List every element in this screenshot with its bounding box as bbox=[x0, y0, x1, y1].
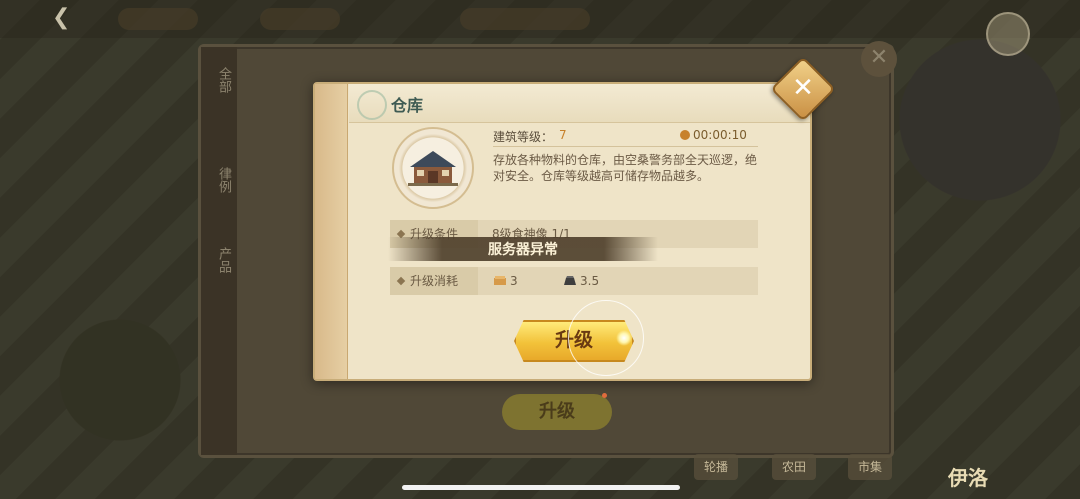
resource-pill bbox=[260, 8, 340, 30]
dialog-title: 仓库 bbox=[391, 96, 424, 115]
building-thumbnail bbox=[392, 127, 474, 209]
gate-icon[interactable] bbox=[986, 12, 1030, 56]
panel-close-icon[interactable]: ✕ bbox=[861, 41, 897, 77]
building-description: 存放各种物料的仓库，由空桑警务部全天巡逻，绝对安全。仓库等级越高可储存物品越多。 bbox=[493, 153, 758, 183]
error-toast: 服务器异常 bbox=[388, 237, 658, 261]
clock-icon bbox=[680, 130, 690, 140]
sparkle-icon bbox=[616, 330, 632, 346]
resource-pill bbox=[460, 8, 590, 30]
region-label[interactable]: 伊洛 bbox=[948, 462, 988, 491]
dialog-side-band bbox=[315, 84, 348, 379]
tab-product[interactable]: 产品 bbox=[205, 247, 233, 273]
divider bbox=[493, 146, 758, 147]
tag-farmland: 农田 bbox=[772, 454, 817, 480]
close-icon[interactable]: ✕ bbox=[782, 68, 824, 110]
tag-market: 市集 bbox=[848, 454, 893, 480]
background-upgrade-button: 升级 bbox=[502, 394, 612, 430]
wood-plank-icon bbox=[494, 276, 506, 285]
home-indicator[interactable] bbox=[402, 485, 680, 490]
side-tabs: 全部 律例 产品 bbox=[201, 47, 237, 455]
cost-amount-wood: 3 bbox=[510, 274, 518, 288]
tap-indicator-ring bbox=[568, 300, 644, 376]
iron-ingot-icon bbox=[564, 276, 576, 285]
warehouse-icon bbox=[408, 151, 458, 186]
tab-all[interactable]: 全部 bbox=[205, 67, 233, 93]
building-level-label: 建筑等级： bbox=[493, 130, 554, 144]
diamond-bullet-icon bbox=[396, 276, 406, 286]
top-bar: ❮ bbox=[0, 0, 1080, 38]
tag-carousel: 轮播 bbox=[694, 454, 739, 480]
back-arrow-icon[interactable]: ❮ bbox=[52, 6, 76, 30]
cost-row: 升级消耗 3 3.5 bbox=[390, 267, 758, 295]
cost-amount-iron: 3.5 bbox=[580, 274, 600, 288]
building-level-value: 7 bbox=[559, 128, 567, 142]
tab-law[interactable]: 律例 bbox=[205, 167, 233, 193]
resource-pill bbox=[118, 8, 198, 30]
dialog-header: 仓库 bbox=[349, 84, 810, 123]
cloud-ornament-icon bbox=[357, 90, 387, 120]
toast-message: 服务器异常 bbox=[488, 242, 558, 258]
upgrade-timer: 00:00:10 bbox=[693, 128, 747, 142]
cost-label: 升级消耗 bbox=[390, 267, 478, 295]
notification-dot bbox=[602, 393, 607, 398]
